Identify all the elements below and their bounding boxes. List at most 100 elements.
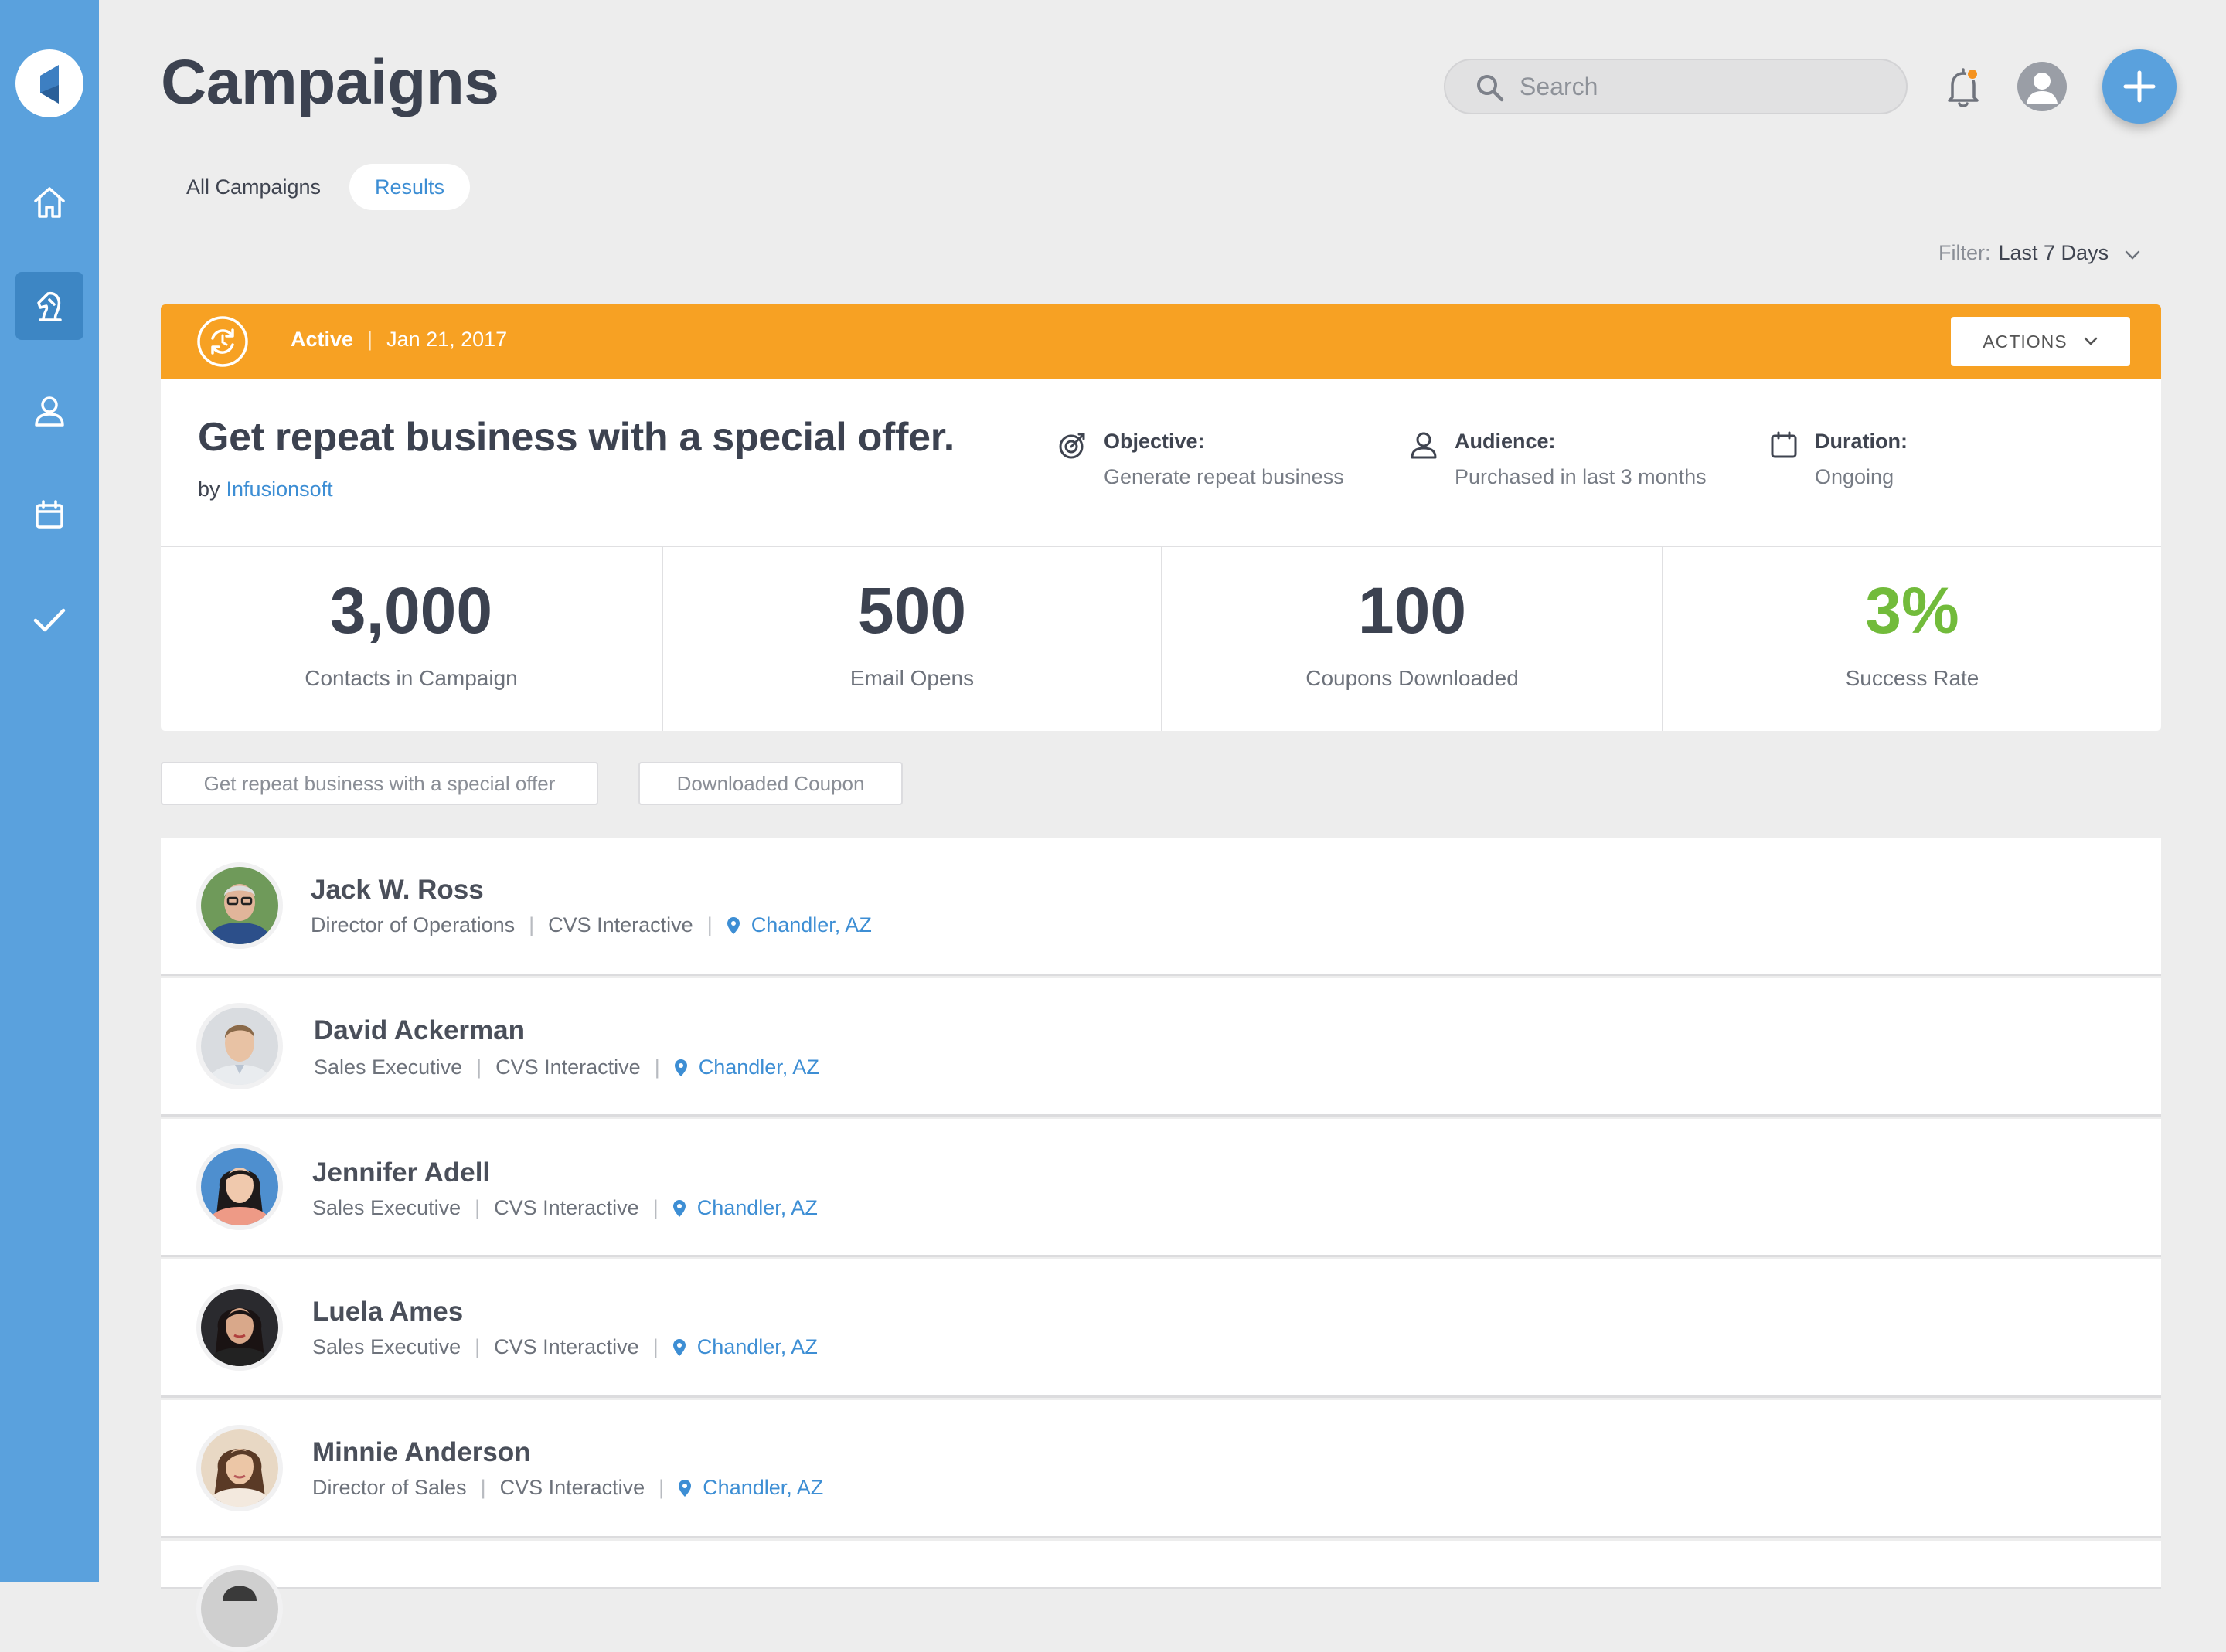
chip-campaign[interactable]: Get repeat business with a special offer bbox=[161, 762, 598, 805]
contact-avatar bbox=[196, 862, 283, 949]
tab-all-campaigns[interactable]: All Campaigns bbox=[168, 164, 339, 210]
contact-location-text: Chandler, AZ bbox=[751, 913, 872, 936]
contact-company: CVS Interactive bbox=[494, 1335, 639, 1358]
duration-value: Ongoing bbox=[1815, 465, 1894, 488]
person-photo-icon bbox=[201, 1008, 278, 1085]
stat-label: Contacts in Campaign bbox=[305, 666, 518, 690]
app-logo[interactable] bbox=[15, 49, 83, 117]
campaign-status: Active | Jan 21, 2017 bbox=[291, 328, 507, 352]
stat-value: 3% bbox=[1865, 574, 1959, 647]
person-photo-icon bbox=[201, 1570, 278, 1647]
contact-title: Sales Executive bbox=[312, 1335, 461, 1358]
contact-avatar bbox=[196, 1144, 283, 1230]
target-icon bbox=[1059, 433, 1085, 459]
contact-title: Director of Sales bbox=[312, 1476, 467, 1499]
location-pin-icon bbox=[674, 1059, 687, 1076]
separator: | bbox=[659, 1476, 665, 1499]
contact-name: Jack W. Ross bbox=[311, 875, 484, 905]
contact-title: Sales Executive bbox=[314, 1055, 463, 1079]
stat-label: Email Opens bbox=[849, 666, 975, 690]
campaign-title: Get repeat business with a special offer… bbox=[198, 415, 955, 460]
contact-location[interactable]: Chandler, AZ bbox=[674, 1055, 819, 1079]
contact-location[interactable]: Chandler, AZ bbox=[672, 1196, 818, 1220]
campaign-status-bar: Active | Jan 21, 2017 ACTIONS bbox=[161, 304, 2161, 379]
contact-company: CVS Interactive bbox=[548, 913, 693, 936]
contact-location[interactable]: Chandler, AZ bbox=[672, 1335, 818, 1359]
search-input[interactable] bbox=[1518, 71, 1889, 102]
sidebar-item-contacts[interactable] bbox=[15, 377, 83, 445]
separator: | bbox=[706, 913, 713, 936]
chevron-down-icon bbox=[2084, 337, 2097, 345]
contact-row[interactable]: Minnie Anderson Director of Sales | CVS In… bbox=[161, 1400, 2161, 1536]
contact-location-text: Chandler, AZ bbox=[696, 1196, 818, 1219]
sidebar bbox=[0, 0, 99, 1582]
contact-name: David Ackerman bbox=[314, 1015, 525, 1045]
contact-title: Director of Operations bbox=[311, 913, 516, 936]
contact-info: Director of Sales | CVS Interactive | Chandl… bbox=[312, 1476, 823, 1500]
campaign-byline: by Infusionsoft bbox=[198, 478, 333, 501]
location-pin-icon bbox=[679, 1479, 692, 1497]
separator: | bbox=[529, 913, 535, 936]
plus-icon bbox=[2123, 70, 2156, 103]
location-pin-icon bbox=[727, 916, 740, 934]
contacts-icon bbox=[35, 396, 64, 427]
separator: | bbox=[654, 1055, 660, 1079]
stat-label: Success Rate bbox=[1845, 666, 1979, 690]
user-avatar[interactable] bbox=[2017, 62, 2067, 111]
home-icon bbox=[34, 187, 65, 218]
campaign-details: Get repeat business with a special offer… bbox=[161, 379, 2161, 547]
status-separator: | bbox=[367, 328, 373, 351]
contact-info: Director of Operations | CVS Interactive | C… bbox=[311, 913, 872, 937]
contact-row[interactable]: David Ackerman Sales Executive | CVS Inter… bbox=[161, 978, 2161, 1114]
sidebar-item-calendar[interactable] bbox=[15, 481, 83, 549]
search-box[interactable] bbox=[1444, 59, 1908, 114]
separator: | bbox=[475, 1335, 481, 1358]
search-icon bbox=[1477, 75, 1504, 102]
calendar-icon bbox=[36, 500, 63, 529]
page-title: Campaigns bbox=[161, 47, 499, 117]
tab-results[interactable]: Results bbox=[349, 164, 470, 210]
audience-value: Purchased in last 3 months bbox=[1455, 465, 1707, 488]
location-pin-icon bbox=[672, 1199, 686, 1217]
contact-location[interactable]: Chandler, AZ bbox=[678, 1476, 823, 1500]
audience-label: Audience: bbox=[1455, 430, 1556, 453]
contact-avatar bbox=[196, 1284, 283, 1371]
bell-icon bbox=[1948, 68, 1979, 107]
calendar-icon bbox=[1771, 431, 1797, 458]
contact-row[interactable]: Luela Ames Sales Executive | CVS Interacti… bbox=[161, 1259, 2161, 1395]
contact-avatar bbox=[196, 1425, 283, 1511]
campaign-icon bbox=[37, 291, 62, 321]
contact-info: Sales Executive | CVS Interactive | Chandler… bbox=[312, 1196, 818, 1220]
sidebar-item-home[interactable] bbox=[15, 168, 83, 236]
add-button[interactable] bbox=[2102, 49, 2177, 124]
campaign-stats: 3,000 Contacts in Campaign 500 Email Ope… bbox=[161, 547, 2161, 731]
contact-location-text: Chandler, AZ bbox=[696, 1335, 818, 1358]
notification-dot bbox=[1966, 68, 1979, 80]
location-pin-icon bbox=[672, 1338, 686, 1356]
sidebar-item-campaigns[interactable] bbox=[15, 272, 83, 340]
objective-value: Generate repeat business bbox=[1104, 465, 1344, 488]
contact-row[interactable]: Jennifer Adell Sales Executive | CVS Inter… bbox=[161, 1119, 2161, 1255]
separator: | bbox=[475, 1196, 481, 1219]
stat-contacts: 3,000 Contacts in Campaign bbox=[161, 547, 662, 731]
contact-row-partial[interactable] bbox=[161, 1541, 2161, 1652]
stat-value: 100 bbox=[1357, 574, 1467, 647]
person-photo-icon bbox=[201, 867, 278, 944]
separator: | bbox=[652, 1196, 659, 1219]
notifications-button[interactable] bbox=[1942, 63, 1985, 110]
contact-row[interactable]: Jack W. Ross Director of Operations | CVS … bbox=[161, 838, 2161, 974]
status-date: Jan 21, 2017 bbox=[386, 328, 508, 351]
filter-label: Filter: bbox=[1938, 241, 1991, 264]
person-icon bbox=[1411, 432, 1437, 459]
sidebar-item-tasks[interactable] bbox=[15, 586, 83, 654]
contact-location[interactable]: Chandler, AZ bbox=[727, 913, 872, 937]
actions-button[interactable]: ACTIONS bbox=[1951, 317, 2130, 366]
stat-success-rate: 3% Success Rate bbox=[1662, 547, 2161, 731]
contact-title: Sales Executive bbox=[312, 1196, 461, 1219]
chip-downloaded-coupon[interactable]: Downloaded Coupon bbox=[638, 762, 903, 805]
contact-avatar bbox=[196, 1565, 283, 1652]
author-link[interactable]: Infusionsoft bbox=[226, 478, 333, 501]
stat-label: Coupons Downloaded bbox=[1305, 666, 1519, 690]
contact-name: Jennifer Adell bbox=[312, 1157, 491, 1188]
filter-dropdown[interactable]: Filter: Last 7 Days bbox=[1938, 241, 2141, 266]
